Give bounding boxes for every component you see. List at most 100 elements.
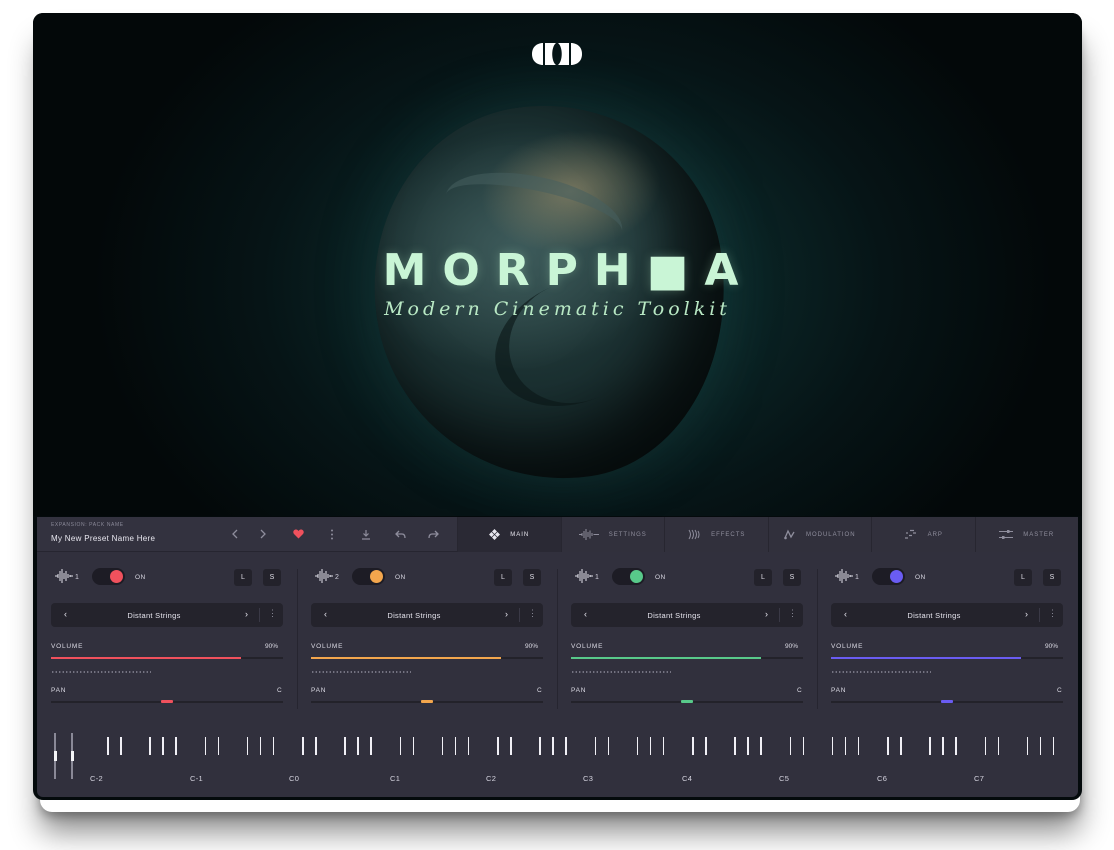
black-key[interactable] (565, 737, 567, 755)
black-key[interactable] (649, 737, 652, 755)
mod-wheel[interactable] (70, 733, 74, 779)
tab-main[interactable]: MAIN (457, 517, 561, 552)
control-panel: EXPANSION: PACK NAME My New Preset Name … (37, 517, 1078, 797)
black-key[interactable] (246, 737, 249, 755)
volume-slider[interactable] (831, 657, 1063, 659)
next-preset-icon[interactable]: › (505, 609, 508, 619)
black-key[interactable] (302, 737, 304, 755)
black-key[interactable] (344, 737, 346, 755)
s-button[interactable]: S (1043, 569, 1061, 586)
black-key[interactable] (692, 737, 694, 755)
more-vertical-icon[interactable]: ⋮ (1048, 608, 1057, 619)
black-key[interactable] (636, 737, 639, 755)
tab-master[interactable]: MASTER (974, 517, 1078, 552)
pan-slider[interactable] (311, 700, 543, 703)
channel-toggle[interactable] (872, 568, 905, 585)
black-key[interactable] (272, 737, 275, 755)
preset-name[interactable]: My New Preset Name Here (51, 534, 155, 543)
preset-selector[interactable]: ‹ Distant Strings › ⋮ (311, 603, 543, 627)
next-preset-icon[interactable]: › (765, 609, 768, 619)
black-key[interactable] (441, 737, 444, 755)
black-key[interactable] (120, 737, 122, 755)
black-key[interactable] (789, 737, 792, 755)
undo-icon[interactable] (392, 526, 408, 542)
black-key[interactable] (162, 737, 164, 755)
redo-icon[interactable] (425, 526, 441, 542)
black-key[interactable] (175, 737, 177, 755)
black-key[interactable] (1052, 737, 1055, 755)
s-button[interactable]: S (523, 569, 541, 586)
black-key[interactable] (1039, 737, 1042, 755)
black-key[interactable] (1026, 737, 1029, 755)
tab-settings[interactable]: SETTINGS (560, 517, 664, 552)
more-vertical-icon[interactable]: ⋮ (788, 608, 797, 619)
pan-slider[interactable] (571, 700, 803, 703)
volume-slider[interactable] (51, 657, 283, 659)
black-key[interactable] (204, 737, 207, 755)
s-button[interactable]: S (783, 569, 801, 586)
black-key[interactable] (399, 737, 402, 755)
keyboard[interactable]: C-2 C-1 C0 C1 C2 C3 C4 C5 C6 C7 (37, 727, 1078, 797)
black-key[interactable] (315, 737, 317, 755)
more-vertical-icon[interactable]: ⋮ (268, 608, 277, 619)
tab-effects[interactable]: EFFECTS (664, 517, 768, 552)
download-icon[interactable] (358, 526, 374, 542)
channel-toggle[interactable] (352, 568, 385, 585)
preset-selector[interactable]: ‹ Distant Strings › ⋮ (831, 603, 1063, 627)
black-key[interactable] (942, 737, 944, 755)
heart-icon[interactable] (290, 526, 306, 542)
black-key[interactable] (607, 737, 610, 755)
black-key[interactable] (594, 737, 597, 755)
pan-slider[interactable] (831, 700, 1063, 703)
l-button[interactable]: L (1014, 569, 1032, 586)
l-button[interactable]: L (234, 569, 252, 586)
black-key[interactable] (259, 737, 262, 755)
chevron-left-icon[interactable] (227, 526, 243, 542)
black-key[interactable] (370, 737, 372, 755)
black-key[interactable] (760, 737, 762, 755)
black-key[interactable] (844, 737, 847, 755)
black-key[interactable] (107, 737, 109, 755)
black-key[interactable] (997, 737, 1000, 755)
black-key[interactable] (662, 737, 665, 755)
channel-toggle[interactable] (92, 568, 125, 585)
channel-toggle[interactable] (612, 568, 645, 585)
black-key[interactable] (552, 737, 554, 755)
volume-slider[interactable] (571, 657, 803, 659)
black-key[interactable] (539, 737, 541, 755)
black-key[interactable] (149, 737, 151, 755)
more-vertical-icon[interactable]: ⋮ (528, 608, 537, 619)
tab-modulation[interactable]: MODULATION (767, 517, 871, 552)
black-key[interactable] (454, 737, 457, 755)
black-key[interactable] (802, 737, 805, 755)
tab-arp[interactable]: ARP (871, 517, 975, 552)
black-key[interactable] (984, 737, 987, 755)
preset-selector[interactable]: ‹ Distant Strings › ⋮ (571, 603, 803, 627)
black-key[interactable] (467, 737, 470, 755)
black-key[interactable] (747, 737, 749, 755)
black-key[interactable] (412, 737, 415, 755)
black-key[interactable] (831, 737, 834, 755)
black-key[interactable] (217, 737, 220, 755)
black-key[interactable] (497, 737, 499, 755)
l-button[interactable]: L (754, 569, 772, 586)
black-key[interactable] (857, 737, 860, 755)
l-button[interactable]: L (494, 569, 512, 586)
next-preset-icon[interactable]: › (245, 609, 248, 619)
pan-slider[interactable] (51, 700, 283, 703)
black-key[interactable] (357, 737, 359, 755)
black-key[interactable] (887, 737, 889, 755)
black-key[interactable] (900, 737, 902, 755)
next-preset-icon[interactable]: › (1025, 609, 1028, 619)
black-key[interactable] (734, 737, 736, 755)
black-key[interactable] (929, 737, 931, 755)
black-key[interactable] (955, 737, 957, 755)
more-vertical-icon[interactable] (324, 526, 340, 542)
black-key[interactable] (705, 737, 707, 755)
chevron-right-icon[interactable] (255, 526, 271, 542)
black-key[interactable] (510, 737, 512, 755)
volume-slider[interactable] (311, 657, 543, 659)
preset-selector[interactable]: ‹ Distant Strings › ⋮ (51, 603, 283, 627)
pitch-wheel[interactable] (53, 733, 57, 779)
s-button[interactable]: S (263, 569, 281, 586)
